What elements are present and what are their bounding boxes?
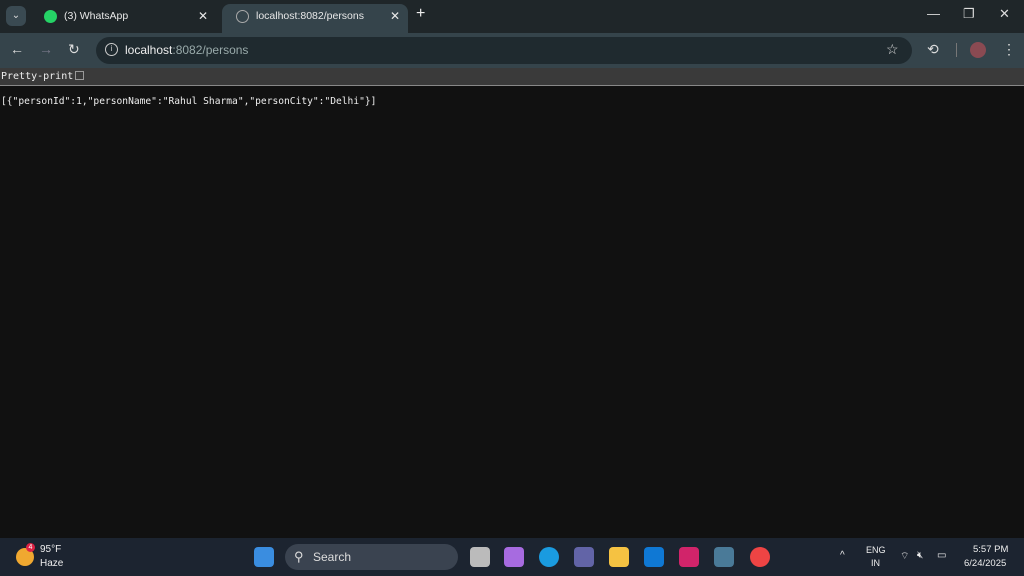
- back-button[interactable]: ←: [10, 41, 24, 57]
- language[interactable]: ENG: [866, 545, 886, 555]
- address-bar[interactable]: i localhost:8082/persons ☆: [96, 37, 912, 64]
- tab-whatsapp[interactable]: (3) WhatsApp ✕: [30, 4, 216, 33]
- tab-title: (3) WhatsApp: [64, 10, 129, 22]
- bookmark-star-icon[interactable]: ☆: [886, 41, 899, 58]
- weather-temp: 95°F: [40, 544, 62, 555]
- search-icon: ⚲: [294, 549, 304, 564]
- weather-desc: Haze: [40, 558, 64, 569]
- tab-persons[interactable]: localhost:8082/persons ✕: [222, 4, 408, 33]
- show-hidden-icons[interactable]: ^: [840, 550, 845, 561]
- chrome-icon[interactable]: [750, 547, 770, 567]
- restore-button[interactable]: ❐: [963, 6, 975, 22]
- volume-muted-icon[interactable]: 🔇︎: [917, 550, 923, 561]
- region: IN: [871, 558, 880, 568]
- start-button[interactable]: [254, 547, 274, 567]
- pretty-print-bar: Pretty-print: [0, 68, 1024, 86]
- clock-date[interactable]: 6/24/2025: [964, 558, 1006, 569]
- taskbar-search[interactable]: ⚲ Search: [285, 544, 458, 570]
- outlook-icon[interactable]: [644, 547, 664, 567]
- teams-icon[interactable]: [574, 547, 594, 567]
- globe-icon: [236, 10, 249, 23]
- minimize-button[interactable]: —: [927, 6, 940, 21]
- menu-icon[interactable]: ⋮: [1002, 41, 1016, 58]
- file-explorer-icon[interactable]: [609, 547, 629, 567]
- tab-strip: ⌄ (3) WhatsApp ✕ localhost:8082/persons …: [0, 0, 1024, 33]
- battery-icon[interactable]: ▭: [937, 550, 946, 561]
- new-tab-button[interactable]: +: [416, 5, 425, 23]
- forward-button[interactable]: →: [39, 41, 53, 57]
- site-info-icon[interactable]: i: [105, 43, 118, 56]
- whatsapp-icon: [44, 10, 57, 23]
- search-label: Search: [313, 550, 352, 564]
- history-icon[interactable]: ⟲: [927, 41, 939, 58]
- reload-button[interactable]: ↻: [68, 41, 80, 58]
- mysql-workbench-icon[interactable]: [714, 547, 734, 567]
- clock-time[interactable]: 5:57 PM: [973, 544, 1008, 555]
- close-window-button[interactable]: ✕: [999, 6, 1010, 22]
- pretty-print-checkbox[interactable]: [75, 71, 85, 80]
- profile-avatar[interactable]: [970, 42, 986, 58]
- close-tab-icon[interactable]: ✕: [390, 4, 400, 29]
- browser-toolbar: ← → ↻ i localhost:8082/persons ☆ ⟲ ⋮: [0, 33, 1024, 68]
- wifi-icon[interactable]: ⌔: [900, 550, 909, 563]
- intellij-icon[interactable]: [679, 547, 699, 567]
- task-view-icon[interactable]: [470, 547, 490, 567]
- json-content: [{"personId":1,"personName":"Rahul Sharm…: [1, 96, 377, 107]
- close-tab-icon[interactable]: ✕: [198, 4, 208, 29]
- weather-badge: 4: [26, 543, 35, 552]
- tab-title: localhost:8082/persons: [256, 10, 364, 22]
- taskbar: 4 95°F Haze ⚲ Search ^ ENG IN ⌔ 🔇︎ ▭ 5:5…: [0, 538, 1024, 576]
- url-path: :8082/persons: [172, 43, 249, 57]
- copilot-icon[interactable]: [504, 547, 524, 567]
- tab-search-button[interactable]: ⌄: [6, 6, 26, 26]
- edge-icon[interactable]: [539, 547, 559, 567]
- url-host: localhost: [125, 43, 173, 57]
- divider: [956, 43, 957, 57]
- pretty-print-label: Pretty-print: [1, 71, 74, 82]
